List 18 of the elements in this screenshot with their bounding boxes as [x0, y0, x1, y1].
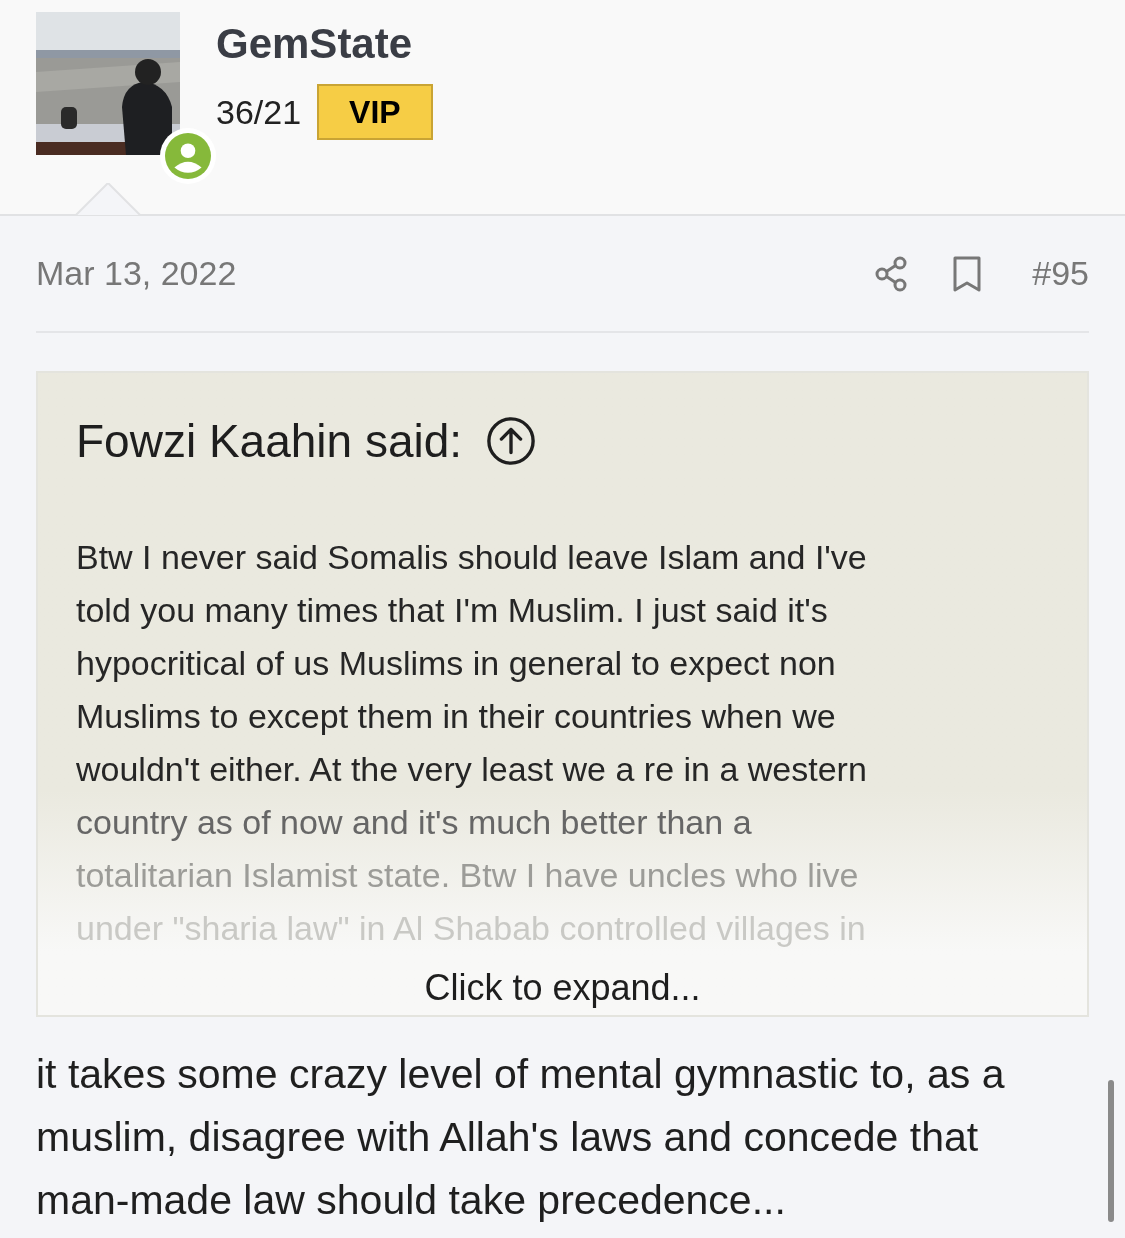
user-stats: 36/21	[216, 92, 302, 132]
username[interactable]: GemState	[216, 20, 433, 68]
post-date: Mar 13, 2022	[36, 253, 238, 294]
quote-text-line: country as of now and it's much better than a	[76, 802, 752, 843]
vip-badge: VIP	[317, 84, 433, 140]
quote-text-line: wouldn't either. At the very least we a re in a western	[76, 749, 867, 790]
quote-author: Fowzi Kaahin said:	[76, 413, 463, 469]
quote-text-line: totalitarian Islamist state. Btw I have uncles who live	[76, 855, 859, 896]
post-number[interactable]: #95	[1032, 248, 1089, 299]
quote-text-line: Muslims to except them in their countries when we	[76, 696, 836, 737]
quote-text-line: Btw I never said Somalis should leave Islam and I've	[76, 537, 867, 578]
message-text: it takes some crazy level of mental gymnastic to, as a muslim, disagree with Allah's laws and concede that man-made law should take precedence...	[36, 1050, 1006, 1225]
quote-text-line: told you many times that I'm Muslim. I just said it's	[76, 590, 828, 631]
share-icon[interactable]	[874, 254, 909, 293]
arrow-up-icon[interactable]	[486, 416, 537, 466]
bookmark-icon[interactable]	[952, 254, 983, 293]
click-to-expand-link[interactable]: Click to expand...	[424, 967, 701, 1009]
quote-text-line: hypocritical of us Muslims in general to expect non	[76, 643, 836, 684]
